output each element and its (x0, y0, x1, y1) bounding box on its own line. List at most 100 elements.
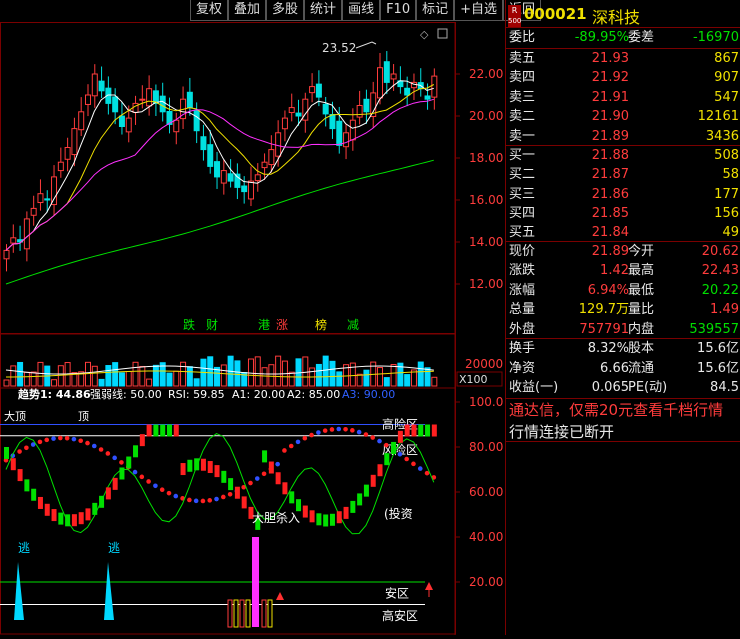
stat-row-2-value2: 20.22 (701, 282, 739, 298)
stat-row-0-label: 现价 (509, 244, 536, 259)
indicator-rsi: RSI: 59.85 (168, 388, 225, 401)
candle-body (281, 117, 288, 130)
candle-body (309, 86, 316, 94)
ask-row-0-value2: 867 (714, 51, 739, 66)
trend-bar (112, 477, 118, 490)
indicator-axis-label: 40.00 (469, 530, 503, 544)
ask-row-2: 卖三 21.91 547 (506, 87, 740, 108)
toolbar-button-7[interactable]: +自选 (454, 0, 504, 21)
kline-chart[interactable]: 22.00 20.00 18.00 16.00 14.00 12.00 ◇ 23.52 跌财 港涨… (0, 22, 505, 635)
indicator-dot (411, 461, 416, 467)
indicator-dot (343, 427, 348, 432)
volume-bar (166, 372, 173, 387)
toolbar-button-2[interactable]: 多股 (266, 0, 305, 21)
ask-row-0-value: 21.93 (591, 51, 629, 66)
stat-row-1-value2: 22.43 (701, 263, 739, 279)
toolbar-button-4[interactable]: 画线 (342, 0, 381, 21)
weibi-row: 委比 -89.95% 委差 -16970 (506, 27, 740, 48)
indicator-dot (187, 497, 192, 503)
trend-bar (336, 511, 342, 524)
indicator-dot (221, 494, 226, 500)
volume-bar (17, 361, 24, 387)
trend-bar (99, 495, 105, 508)
candle-body (207, 144, 214, 167)
price-axis-label: 20.00 (469, 109, 503, 123)
indicator-dot (200, 498, 206, 504)
trend-bar (180, 463, 186, 476)
trend-bar (194, 458, 200, 471)
fin-row-1-label: 净资 (509, 360, 536, 376)
trend-bar (370, 474, 376, 487)
volume-bar (363, 369, 370, 387)
trend-bar (92, 502, 98, 515)
candle-body (10, 237, 17, 244)
indicator-dot (105, 451, 111, 456)
volume-unit-label: X100 (459, 373, 488, 386)
trend-bar (262, 450, 268, 463)
trend-bar (153, 424, 159, 437)
up-arrow-icon (425, 582, 433, 590)
trend-bar (228, 478, 234, 491)
ask-row-2-label: 卖三 (509, 89, 536, 105)
trend-bar (200, 458, 206, 471)
high-marker-arrow (355, 41, 377, 49)
stat-row-0-value2: 20.62 (701, 244, 739, 259)
candle-body (146, 88, 153, 107)
indicator-dot (58, 435, 63, 441)
trend-bar (282, 482, 288, 495)
indicator-dot (153, 483, 158, 489)
indicator-dot (139, 474, 145, 480)
volume-bar (30, 371, 37, 387)
trend-bar (302, 505, 308, 518)
weicha-label: 委差 (628, 30, 655, 45)
fin-row-0-label2: 股本 (628, 341, 655, 356)
bid-row-3: 买四 21.85 156 (506, 203, 740, 224)
volume-bar (417, 361, 424, 387)
toolbar-button-0[interactable]: 复权 (190, 0, 229, 21)
volume-bar (247, 358, 254, 387)
chart-area[interactable]: 22.00 20.00 18.00 16.00 14.00 12.00 ◇ 23.52 跌财 港涨… (0, 22, 505, 635)
volume-bar (383, 377, 390, 387)
fin-row-0-label: 换手 (509, 341, 536, 356)
indicator-dot (424, 470, 430, 476)
promo-link[interactable]: 通达信，仅需20元查看千档行情 (509, 399, 723, 420)
fin-row-2-label: 收益(一) (509, 380, 559, 395)
signal-bar-magenta (252, 537, 259, 627)
signal-bar-low (227, 599, 233, 628)
fin-row-1-value2: 15.6亿 (697, 360, 739, 376)
candle-body (404, 87, 411, 96)
candle-body (234, 173, 241, 188)
indicator-dot (288, 443, 294, 449)
annotation-invest: (投资 (384, 506, 413, 521)
ask-row-3: 卖二 21.90 12161 (506, 106, 740, 127)
toolbar-button-5[interactable]: F10 (380, 0, 417, 21)
indicator-axis-label: 80.00 (469, 440, 503, 454)
trend-bar (10, 458, 16, 471)
toolbar-button-6[interactable]: 标记 (416, 0, 455, 21)
candle-body (424, 95, 431, 100)
trend-bar (17, 469, 23, 482)
zone-label-safe: 安区 (385, 585, 409, 600)
trend-bar (51, 509, 57, 522)
stat-row-0: 现价 21.89 今开 20.62 (506, 241, 740, 262)
bid-row-1: 买二 21.87 58 (506, 164, 740, 185)
toolbar-button-3[interactable]: 统计 (304, 0, 343, 21)
volume-bar (315, 363, 322, 387)
candle-body (336, 120, 343, 146)
window-icon (437, 28, 448, 39)
candle-body (23, 218, 30, 250)
fin-row-1-label2: 流通 (628, 360, 655, 376)
indicator-dot (254, 476, 260, 481)
volume-bar (302, 356, 309, 387)
trend-bar (343, 506, 349, 519)
candle-body (78, 111, 85, 131)
candle-body (44, 198, 51, 201)
bid-row-1-value2: 58 (722, 167, 739, 183)
indicator-dot (336, 426, 342, 432)
indicator-dot (295, 439, 301, 445)
bid-row-2: 买三 21.86 177 (506, 184, 740, 205)
candle-body (71, 128, 78, 156)
candle-body (254, 174, 261, 182)
toolbar-button-1[interactable]: 叠加 (228, 0, 267, 21)
stat-row-2-label: 涨幅 (509, 282, 536, 298)
